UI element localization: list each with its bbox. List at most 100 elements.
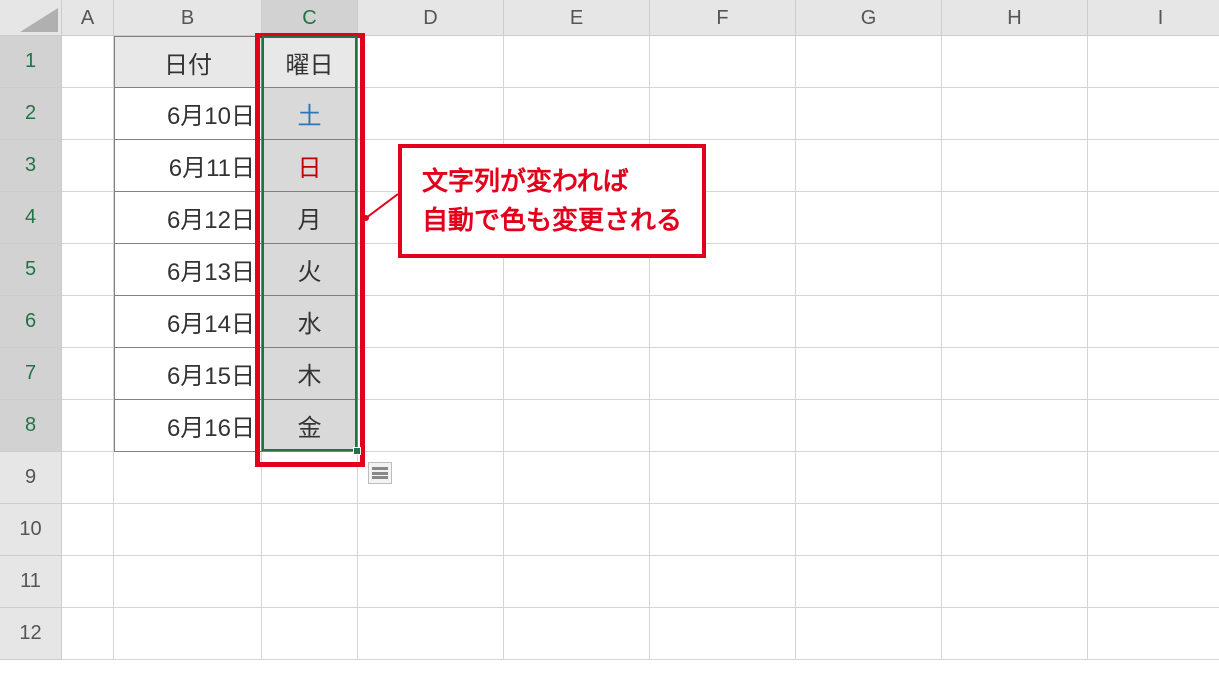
cell-A9[interactable] bbox=[62, 452, 114, 504]
cell-I10[interactable] bbox=[1088, 504, 1219, 556]
column-header-I[interactable]: I bbox=[1088, 0, 1219, 36]
cell-D8[interactable] bbox=[358, 400, 504, 452]
row-header-9[interactable]: 9 bbox=[0, 452, 62, 504]
cell-C1[interactable]: 曜日 bbox=[262, 36, 358, 88]
cell-H2[interactable] bbox=[942, 88, 1088, 140]
cell-G4[interactable] bbox=[796, 192, 942, 244]
cell-I4[interactable] bbox=[1088, 192, 1219, 244]
cell-I8[interactable] bbox=[1088, 400, 1219, 452]
cell-G2[interactable] bbox=[796, 88, 942, 140]
cell-H8[interactable] bbox=[942, 400, 1088, 452]
cell-F2[interactable] bbox=[650, 88, 796, 140]
cell-I3[interactable] bbox=[1088, 140, 1219, 192]
row-header-6[interactable]: 6 bbox=[0, 296, 62, 348]
cell-A2[interactable] bbox=[62, 88, 114, 140]
cell-B8[interactable]: 6月16日 bbox=[114, 400, 262, 452]
cell-E8[interactable] bbox=[504, 400, 650, 452]
row-header-1[interactable]: 1 bbox=[0, 36, 62, 88]
column-header-A[interactable]: A bbox=[62, 0, 114, 36]
cell-I2[interactable] bbox=[1088, 88, 1219, 140]
cell-G6[interactable] bbox=[796, 296, 942, 348]
cell-E6[interactable] bbox=[504, 296, 650, 348]
cell-F6[interactable] bbox=[650, 296, 796, 348]
cell-B10[interactable] bbox=[114, 504, 262, 556]
cell-I11[interactable] bbox=[1088, 556, 1219, 608]
cell-F8[interactable] bbox=[650, 400, 796, 452]
cell-H11[interactable] bbox=[942, 556, 1088, 608]
cell-B6[interactable]: 6月14日 bbox=[114, 296, 262, 348]
row-header-11[interactable]: 11 bbox=[0, 556, 62, 608]
cell-C8[interactable]: 金 bbox=[262, 400, 358, 452]
cell-I6[interactable] bbox=[1088, 296, 1219, 348]
cell-E9[interactable] bbox=[504, 452, 650, 504]
cell-A5[interactable] bbox=[62, 244, 114, 296]
column-header-H[interactable]: H bbox=[942, 0, 1088, 36]
cell-G5[interactable] bbox=[796, 244, 942, 296]
cell-A6[interactable] bbox=[62, 296, 114, 348]
cell-G7[interactable] bbox=[796, 348, 942, 400]
cell-D1[interactable] bbox=[358, 36, 504, 88]
cell-A3[interactable] bbox=[62, 140, 114, 192]
cell-B1[interactable]: 日付 bbox=[114, 36, 262, 88]
cell-A12[interactable] bbox=[62, 608, 114, 660]
cell-F1[interactable] bbox=[650, 36, 796, 88]
fill-handle[interactable] bbox=[353, 447, 361, 455]
cell-F11[interactable] bbox=[650, 556, 796, 608]
cell-A10[interactable] bbox=[62, 504, 114, 556]
cell-F10[interactable] bbox=[650, 504, 796, 556]
row-header-8[interactable]: 8 bbox=[0, 400, 62, 452]
cell-E11[interactable] bbox=[504, 556, 650, 608]
column-header-B[interactable]: B bbox=[114, 0, 262, 36]
cell-C3[interactable]: 日 bbox=[262, 140, 358, 192]
cell-D10[interactable] bbox=[358, 504, 504, 556]
cell-I1[interactable] bbox=[1088, 36, 1219, 88]
cells-area[interactable]: 日付曜日6月10日土6月11日日6月12日月6月13日火6月14日水6月15日木… bbox=[62, 36, 1219, 660]
cell-H4[interactable] bbox=[942, 192, 1088, 244]
row-header-5[interactable]: 5 bbox=[0, 244, 62, 296]
cell-G11[interactable] bbox=[796, 556, 942, 608]
row-header-2[interactable]: 2 bbox=[0, 88, 62, 140]
select-all-corner[interactable] bbox=[0, 0, 62, 36]
cell-A4[interactable] bbox=[62, 192, 114, 244]
cell-D11[interactable] bbox=[358, 556, 504, 608]
column-header-G[interactable]: G bbox=[796, 0, 942, 36]
row-header-7[interactable]: 7 bbox=[0, 348, 62, 400]
cell-G12[interactable] bbox=[796, 608, 942, 660]
cell-G3[interactable] bbox=[796, 140, 942, 192]
cell-A7[interactable] bbox=[62, 348, 114, 400]
cell-E2[interactable] bbox=[504, 88, 650, 140]
cell-I12[interactable] bbox=[1088, 608, 1219, 660]
cell-G1[interactable] bbox=[796, 36, 942, 88]
cell-H12[interactable] bbox=[942, 608, 1088, 660]
cell-B3[interactable]: 6月11日 bbox=[114, 140, 262, 192]
cell-B2[interactable]: 6月10日 bbox=[114, 88, 262, 140]
row-header-12[interactable]: 12 bbox=[0, 608, 62, 660]
cell-H1[interactable] bbox=[942, 36, 1088, 88]
column-header-D[interactable]: D bbox=[358, 0, 504, 36]
cell-C6[interactable]: 水 bbox=[262, 296, 358, 348]
cell-D6[interactable] bbox=[358, 296, 504, 348]
column-header-C[interactable]: C bbox=[262, 0, 358, 36]
cell-C12[interactable] bbox=[262, 608, 358, 660]
cell-G8[interactable] bbox=[796, 400, 942, 452]
cell-C10[interactable] bbox=[262, 504, 358, 556]
cell-D12[interactable] bbox=[358, 608, 504, 660]
cell-C5[interactable]: 火 bbox=[262, 244, 358, 296]
cell-B4[interactable]: 6月12日 bbox=[114, 192, 262, 244]
cell-F12[interactable] bbox=[650, 608, 796, 660]
cell-B5[interactable]: 6月13日 bbox=[114, 244, 262, 296]
cell-G10[interactable] bbox=[796, 504, 942, 556]
cell-A11[interactable] bbox=[62, 556, 114, 608]
cell-H6[interactable] bbox=[942, 296, 1088, 348]
cell-I7[interactable] bbox=[1088, 348, 1219, 400]
cell-E7[interactable] bbox=[504, 348, 650, 400]
cell-E12[interactable] bbox=[504, 608, 650, 660]
column-header-F[interactable]: F bbox=[650, 0, 796, 36]
cell-E10[interactable] bbox=[504, 504, 650, 556]
cell-C4[interactable]: 月 bbox=[262, 192, 358, 244]
cell-H10[interactable] bbox=[942, 504, 1088, 556]
cell-G9[interactable] bbox=[796, 452, 942, 504]
cell-F9[interactable] bbox=[650, 452, 796, 504]
cell-B12[interactable] bbox=[114, 608, 262, 660]
cell-C7[interactable]: 木 bbox=[262, 348, 358, 400]
